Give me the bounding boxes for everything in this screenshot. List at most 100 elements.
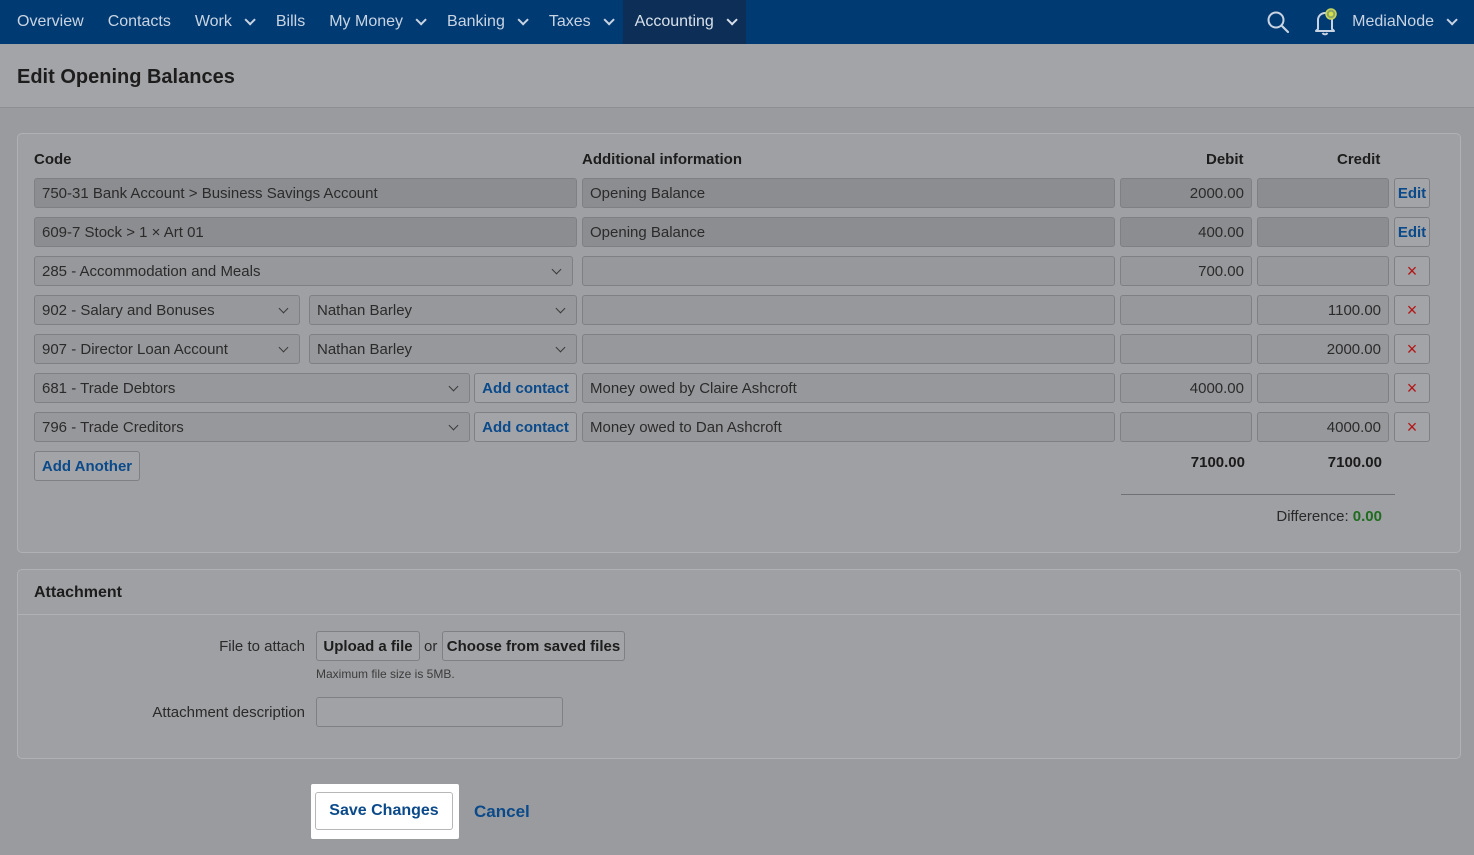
account-code-value: 609-7 Stock > 1 × Art 01 — [42, 223, 204, 241]
edit-button[interactable]: Edit — [1394, 217, 1430, 247]
credit-field — [1257, 178, 1389, 208]
debit-input[interactable] — [1120, 295, 1252, 325]
chevron-down-icon — [278, 342, 289, 353]
attachment-description-label: Attachment description — [152, 704, 305, 721]
top-nav: Overview Contacts Work Bills My Money Ba… — [0, 0, 1474, 44]
debit-input[interactable]: 700.00 — [1120, 256, 1252, 286]
delete-row-button[interactable]: × — [1394, 373, 1430, 403]
totals-divider — [1121, 494, 1395, 495]
debit-value: 4000.00 — [1189, 379, 1244, 397]
nav-accounting[interactable]: Accounting — [622, 0, 746, 44]
chevron-down-icon — [551, 264, 562, 275]
nav-my-money-label: My Money — [329, 13, 404, 30]
page-title: Edit Opening Balances — [17, 66, 235, 88]
nav-contacts-label: Contacts — [107, 13, 171, 30]
chevron-down-icon — [517, 14, 529, 26]
code-column-header: Code — [34, 151, 72, 168]
account-code-field: 609-7 Stock > 1 × Art 01 — [34, 217, 577, 247]
chevron-down-icon — [415, 14, 427, 26]
chevron-down-icon — [448, 381, 459, 392]
search-icon[interactable] — [1254, 0, 1302, 44]
additional-info-input[interactable] — [582, 334, 1115, 364]
credit-total: 7100.00 — [1327, 454, 1382, 471]
credit-input[interactable]: 4000.00 — [1257, 412, 1389, 442]
account-code-value: 796 - Trade Creditors — [42, 418, 184, 436]
nav-banking-label: Banking — [447, 13, 505, 30]
contact-select[interactable]: Nathan Barley — [309, 295, 577, 325]
add-another-button[interactable]: Add Another — [34, 451, 140, 481]
account-code-select[interactable]: 907 - Director Loan Account — [34, 334, 300, 364]
credit-input[interactable]: 2000.00 — [1257, 334, 1389, 364]
credit-input[interactable] — [1257, 373, 1389, 403]
save-highlight: Save Changes — [311, 784, 459, 839]
additional-info-input[interactable]: Money owed by Claire Ashcroft — [582, 373, 1115, 403]
account-name: MediaNode — [1352, 13, 1434, 30]
account-code-value: 285 - Accommodation and Meals — [42, 262, 261, 280]
file-size-hint: Maximum file size is 5MB. — [316, 667, 455, 681]
credit-field — [1257, 217, 1389, 247]
nav-taxes-label: Taxes — [548, 13, 591, 30]
difference-summary: Difference: 0.00 — [1276, 508, 1382, 525]
nav-my-money[interactable]: My Money — [317, 0, 435, 44]
account-code-select[interactable]: 285 - Accommodation and Meals — [34, 256, 573, 286]
upload-file-button[interactable]: Upload a file — [316, 631, 420, 661]
close-icon: × — [1406, 299, 1418, 320]
credit-input[interactable] — [1257, 256, 1389, 286]
contact-select[interactable]: Nathan Barley — [309, 334, 577, 364]
credit-value: 4000.00 — [1326, 418, 1381, 436]
account-code-value: 681 - Trade Debtors — [42, 379, 176, 397]
additional-info-value: Money owed by Claire Ashcroft — [590, 379, 797, 397]
additional-info-value: Money owed to Dan Ashcroft — [590, 418, 782, 436]
attachment-heading: Attachment — [34, 584, 123, 601]
contact-value: Nathan Barley — [317, 301, 413, 319]
nav-work[interactable]: Work — [183, 0, 264, 44]
debit-field: 400.00 — [1120, 217, 1252, 247]
edit-button[interactable]: Edit — [1394, 178, 1430, 208]
add-contact-button[interactable]: Add contact — [474, 373, 577, 403]
debit-value: 2000.00 — [1189, 184, 1244, 202]
nav-bills[interactable]: Bills — [264, 0, 317, 44]
choose-saved-files-button[interactable]: Choose from saved files — [442, 631, 625, 661]
delete-row-button[interactable]: × — [1394, 256, 1430, 286]
credit-column-header: Credit — [1337, 151, 1381, 168]
additional-info-input[interactable] — [582, 295, 1115, 325]
nav-banking[interactable]: Banking — [435, 0, 537, 44]
account-code-value: 907 - Director Loan Account — [42, 340, 228, 358]
account-menu[interactable]: MediaNode — [1350, 13, 1474, 31]
close-icon: × — [1406, 377, 1418, 398]
chevron-down-icon — [555, 342, 566, 353]
save-changes-button[interactable]: Save Changes — [315, 792, 453, 830]
close-icon: × — [1406, 260, 1418, 281]
account-code-select[interactable]: 681 - Trade Debtors — [34, 373, 470, 403]
cancel-link[interactable]: Cancel — [474, 802, 530, 822]
difference-value: 0.00 — [1352, 508, 1382, 525]
attachment-description-input[interactable] — [316, 697, 563, 727]
nav-contacts[interactable]: Contacts — [96, 0, 183, 44]
additional-info-field: Opening Balance — [582, 178, 1115, 208]
debit-field: 2000.00 — [1120, 178, 1252, 208]
delete-row-button[interactable]: × — [1394, 334, 1430, 364]
delete-row-button[interactable]: × — [1394, 412, 1430, 442]
notification-bell-icon[interactable] — [1302, 0, 1350, 44]
add-contact-button[interactable]: Add contact — [474, 412, 577, 442]
account-code-select[interactable]: 902 - Salary and Bonuses — [34, 295, 300, 325]
additional-info-input[interactable]: Money owed to Dan Ashcroft — [582, 412, 1115, 442]
debit-column-header: Debit — [1206, 151, 1244, 168]
debit-value: 400.00 — [1198, 223, 1244, 241]
account-code-select[interactable]: 796 - Trade Creditors — [34, 412, 470, 442]
close-icon: × — [1406, 338, 1418, 359]
chevron-down-icon — [448, 420, 459, 431]
additional-info-input[interactable] — [582, 256, 1115, 286]
nav-overview[interactable]: Overview — [0, 0, 96, 44]
file-to-attach-label: File to attach — [219, 638, 305, 655]
debit-input[interactable]: 4000.00 — [1120, 373, 1252, 403]
nav-taxes[interactable]: Taxes — [537, 0, 623, 44]
chevron-down-icon — [278, 303, 289, 314]
delete-row-button[interactable]: × — [1394, 295, 1430, 325]
debit-input[interactable] — [1120, 334, 1252, 364]
close-icon: × — [1406, 416, 1418, 437]
credit-input[interactable]: 1100.00 — [1257, 295, 1389, 325]
debit-input[interactable] — [1120, 412, 1252, 442]
credit-value: 2000.00 — [1326, 340, 1381, 358]
contact-value: Nathan Barley — [317, 340, 413, 358]
